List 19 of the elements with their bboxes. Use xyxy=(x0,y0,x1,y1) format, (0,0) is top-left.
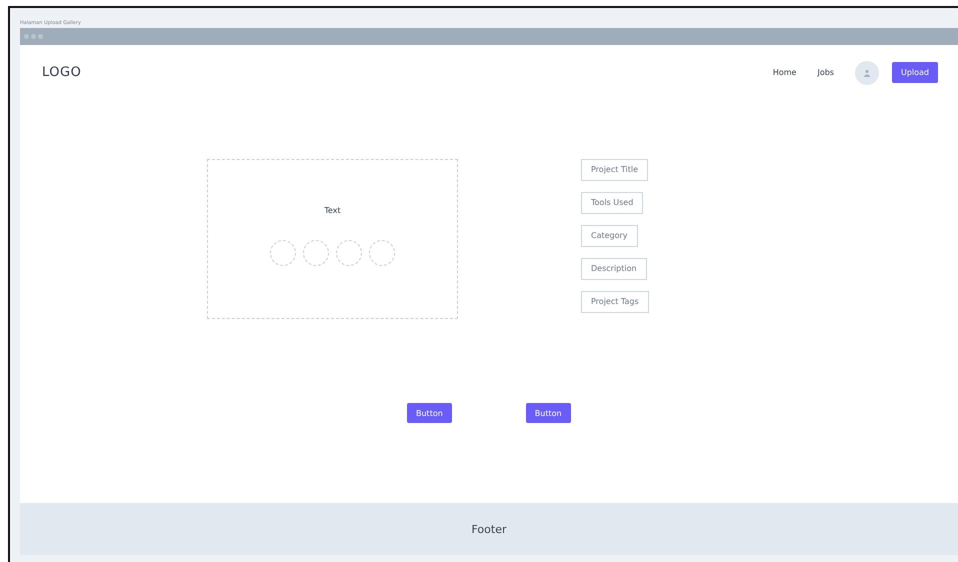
dropzone-text: Text xyxy=(324,206,341,215)
footer-text: Footer xyxy=(472,522,506,536)
action-button[interactable]: Button xyxy=(526,403,571,423)
thumbnail-placeholder xyxy=(336,240,362,266)
nav-link[interactable]: Jobs xyxy=(817,68,834,77)
thumbnail-placeholder xyxy=(270,240,296,266)
logo: LOGO xyxy=(42,65,82,80)
form-field[interactable]: Category xyxy=(581,225,638,247)
action-button[interactable]: Button xyxy=(407,403,452,423)
form-field[interactable]: Project Title xyxy=(581,159,648,181)
thumbnail-placeholder xyxy=(369,240,395,266)
upload-button[interactable]: Upload xyxy=(892,62,938,83)
thumbnail-placeholder xyxy=(303,240,329,266)
form-field[interactable]: Description xyxy=(581,258,647,280)
form-field[interactable]: Project Tags xyxy=(581,291,649,313)
upload-dropzone[interactable]: Text xyxy=(207,159,458,319)
form-field[interactable]: Tools Used xyxy=(581,192,644,214)
avatar-icon[interactable] xyxy=(854,60,879,84)
nav-link[interactable]: Home xyxy=(772,68,796,77)
